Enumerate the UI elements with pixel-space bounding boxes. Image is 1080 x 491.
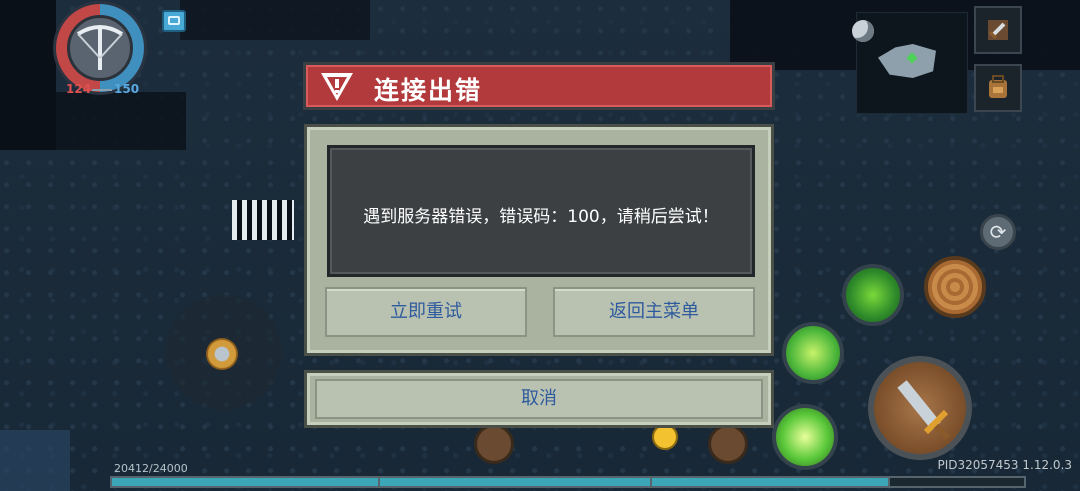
refresh-icon[interactable]: ⟳: [980, 214, 1016, 250]
dark-area: [0, 0, 56, 150]
moon-icon: [852, 20, 874, 42]
skill-log-button[interactable]: [924, 256, 986, 318]
retry-button[interactable]: 立即重试: [325, 287, 527, 337]
version-label: PID32057453 1.12.0.3: [937, 458, 1072, 472]
dark-area: [56, 92, 186, 150]
dark-area: [180, 0, 370, 40]
skill-button-3[interactable]: [772, 404, 838, 470]
weapon-button[interactable]: [974, 6, 1022, 54]
skill-button-1[interactable]: [842, 264, 904, 326]
warning-icon: [321, 73, 353, 101]
attack-sword-icon: [897, 380, 951, 441]
water-area: [0, 430, 70, 491]
xp-tick: [650, 478, 652, 486]
hp-separator: [92, 89, 112, 91]
chat-icon[interactable]: [162, 10, 186, 32]
xp-text: 20412/24000: [114, 462, 188, 475]
joystick-knob[interactable]: [206, 338, 238, 370]
potion-slot[interactable]: [708, 424, 748, 464]
attack-button[interactable]: [868, 356, 972, 460]
xp-tick: [888, 478, 890, 486]
main-menu-button[interactable]: 返回主菜单: [553, 287, 755, 337]
cancel-button-label: 取消: [521, 388, 557, 409]
cancel-button[interactable]: 取消: [315, 379, 763, 419]
backpack-icon: [989, 75, 1007, 98]
hp-current: 124: [66, 82, 92, 96]
sword-icon: [988, 20, 1008, 40]
crossbow-icon: [76, 25, 124, 70]
dialog-title: 连接出错: [374, 76, 483, 105]
xp-tick: [378, 478, 380, 486]
skill-button-2[interactable]: [782, 322, 844, 384]
error-dialog: 遇到服务器错误，错误码：100，请稍后尝试！ 立即重试 返回主菜单: [304, 124, 774, 356]
floor-grate: [232, 200, 294, 240]
retry-button-label: 立即重试: [390, 301, 462, 322]
xp-fill: [112, 478, 889, 486]
cancel-panel: 取消: [304, 370, 774, 428]
backpack-button[interactable]: [974, 64, 1022, 112]
hp-max: 150: [114, 82, 140, 96]
dialog-title-bar: 连接出错: [303, 62, 775, 110]
message-box: 遇到服务器错误，错误码：100，请稍后尝试！: [327, 145, 755, 277]
quick-item-slot[interactable]: [474, 424, 514, 464]
health-mana-ring: [56, 4, 144, 92]
main-menu-button-label: 返回主菜单: [609, 301, 699, 322]
xp-bar: [110, 476, 1026, 488]
error-message: 遇到服务器错误，错误码：100，请稍后尝试！: [363, 207, 719, 227]
